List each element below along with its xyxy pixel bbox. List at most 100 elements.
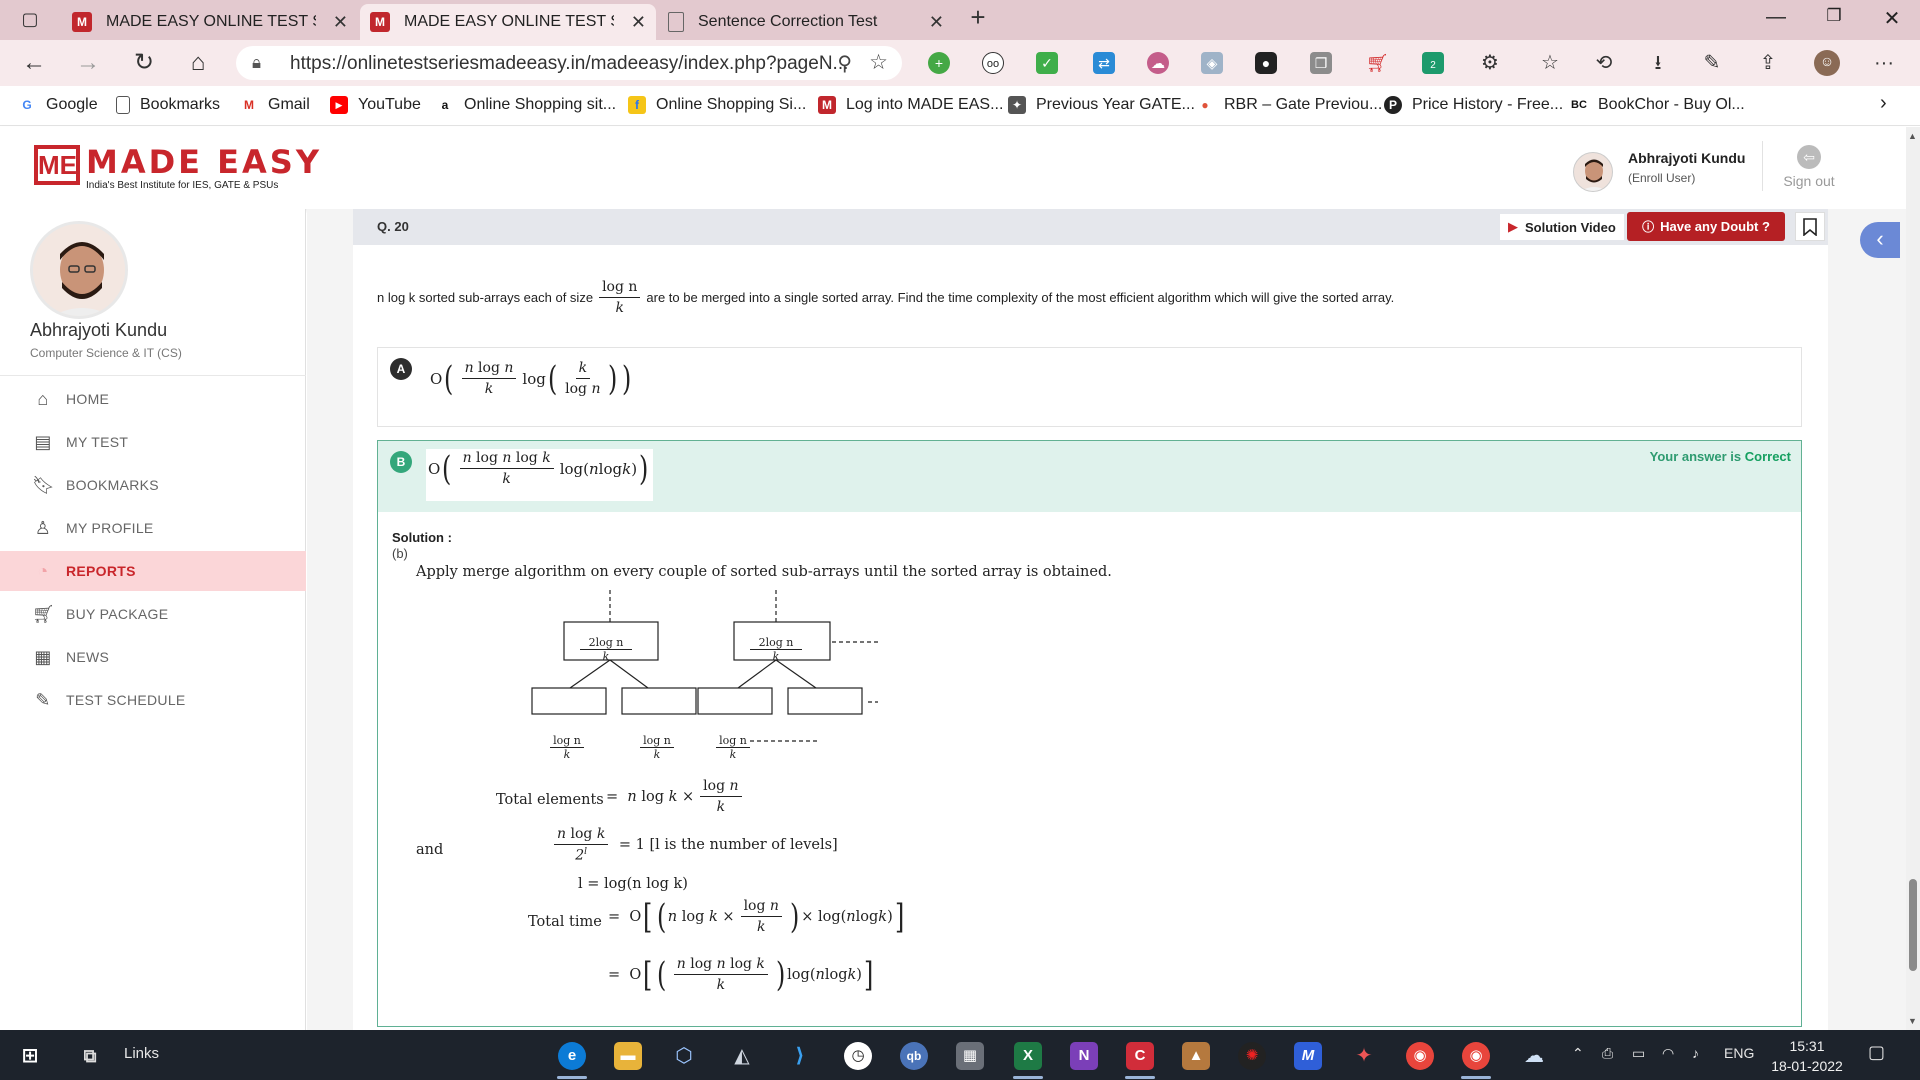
collapse-panel-button[interactable]: ‹ bbox=[1860, 222, 1900, 258]
ms-app-icon[interactable]: M bbox=[1294, 1042, 1322, 1070]
bookmark-folder[interactable]: Bookmarks bbox=[116, 96, 220, 114]
sidebar-item-buy-package[interactable]: 🛒︎ BUY PACKAGE bbox=[0, 594, 306, 634]
back-icon[interactable]: ← bbox=[18, 50, 50, 76]
bookmark-rbr[interactable]: ● RBR – Gate Previou... bbox=[1196, 96, 1382, 114]
windows-start-icon[interactable]: ⊞ bbox=[16, 1042, 44, 1070]
excel-icon[interactable]: X bbox=[1014, 1042, 1042, 1070]
virtualbox-icon[interactable]: ⬡ bbox=[670, 1042, 698, 1070]
bookmarks-overflow-icon[interactable]: › bbox=[1880, 92, 1887, 115]
browser-tab-3[interactable]: . Sentence Correction Test ✕ bbox=[658, 4, 954, 40]
scroll-up-icon[interactable]: ▲ bbox=[1908, 131, 1917, 141]
sidebar-item-test-schedule[interactable]: ✎ TEST SCHEDULE bbox=[0, 680, 306, 720]
favorites-icon[interactable]: ☆ bbox=[1534, 50, 1566, 76]
task-view-icon[interactable]: ⧉ bbox=[76, 1042, 104, 1070]
bookmark-bookchor[interactable]: BC BookChor - Buy Ol... bbox=[1570, 96, 1745, 114]
tray-device-icon[interactable]: ⎙ bbox=[1602, 1045, 1613, 1062]
antivirus-icon[interactable]: ✺ bbox=[1238, 1042, 1266, 1070]
qbittorrent-icon[interactable]: qb bbox=[900, 1042, 928, 1070]
taskbar-clock[interactable]: 15:31 18-01-2022 bbox=[1762, 1036, 1852, 1076]
option-b[interactable]: B O( n log n log kk log(n log k)) Your a… bbox=[377, 440, 1802, 513]
bookmark-amazon[interactable]: a Online Shopping sit... bbox=[436, 96, 616, 114]
onenote-icon[interactable]: N bbox=[1070, 1042, 1098, 1070]
sidebar-item-news[interactable]: ▦ NEWS bbox=[0, 637, 306, 677]
paint-icon[interactable]: ▲ bbox=[1182, 1042, 1210, 1070]
restore-icon[interactable]: ❐ bbox=[1814, 6, 1854, 26]
badge-extension-icon[interactable]: 2 bbox=[1422, 52, 1444, 74]
new-tab-icon[interactable]: + bbox=[962, 4, 994, 30]
chrome-icon[interactable]: ◉ bbox=[1462, 1042, 1490, 1070]
file-explorer-icon[interactable]: ▬ bbox=[614, 1042, 642, 1070]
battery-icon[interactable]: ▭ bbox=[1632, 1045, 1645, 1062]
notifications-icon[interactable]: ▢ bbox=[1868, 1042, 1885, 1063]
scroll-down-icon[interactable]: ▼ bbox=[1908, 1016, 1917, 1026]
bookmark-flipkart[interactable]: f Online Shopping Si... bbox=[628, 96, 806, 114]
browser-tab-2[interactable]: M MADE EASY ONLINE TEST SERIES ✕ bbox=[360, 4, 656, 40]
chrome-icon[interactable]: ◉ bbox=[1406, 1042, 1434, 1070]
close-icon[interactable]: ✕ bbox=[929, 12, 944, 33]
zoom-icon[interactable]: ⚲ bbox=[837, 51, 852, 76]
sidebar-item-reports[interactable]: ◔ REPORTS bbox=[0, 551, 306, 591]
brain-extension-icon[interactable]: ☁ bbox=[1147, 52, 1169, 74]
media-extension-icon[interactable]: ● bbox=[1255, 52, 1277, 74]
shield-extension-icon[interactable]: ✓ bbox=[1036, 52, 1058, 74]
solution-video-button[interactable]: ▶ Solution Video bbox=[1500, 214, 1624, 240]
avatar[interactable] bbox=[1573, 152, 1613, 192]
history-icon[interactable]: ⟲ bbox=[1588, 50, 1620, 76]
vscode-icon[interactable]: ⟩ bbox=[786, 1042, 814, 1070]
lock-icon[interactable]: 🔒︎ bbox=[252, 53, 261, 73]
inkscape-icon[interactable]: ◭ bbox=[728, 1042, 756, 1070]
sidebar-item-bookmarks[interactable]: 🔖︎ BOOKMARKS bbox=[0, 465, 306, 505]
sidebar-item-my-profile[interactable]: ♙ MY PROFILE bbox=[0, 508, 306, 548]
url-text[interactable]: https://onlinetestseriesmadeeasy.in/made… bbox=[290, 53, 848, 75]
download-icon[interactable]: ⭳ bbox=[1642, 50, 1674, 76]
privacy-extension-icon[interactable]: ◈ bbox=[1201, 52, 1223, 74]
share-icon[interactable]: ⇪ bbox=[1752, 50, 1784, 76]
tab-actions-icon[interactable]: ▢ bbox=[14, 6, 46, 32]
plus-extension-icon[interactable]: + bbox=[928, 52, 950, 74]
page-scrollbar[interactable]: ▲ ▼ bbox=[1906, 127, 1920, 1030]
mic-app-icon[interactable]: ✦ bbox=[1350, 1042, 1378, 1070]
glasses-extension-icon[interactable]: oo bbox=[982, 52, 1004, 74]
taskbar-links-toolbar[interactable]: Links bbox=[124, 1045, 159, 1062]
close-icon[interactable]: ✕ bbox=[333, 12, 348, 33]
sidebar-item-home[interactable]: ⌂ HOME bbox=[0, 379, 306, 419]
codeforces-app-icon[interactable]: C bbox=[1126, 1042, 1154, 1070]
translate-extension-icon[interactable]: ⇄ bbox=[1093, 52, 1115, 74]
more-icon[interactable]: ··· bbox=[1868, 50, 1900, 76]
cart-extension-icon[interactable]: 🛒︎ bbox=[1366, 52, 1389, 74]
volume-icon[interactable]: ♪ bbox=[1692, 1045, 1699, 1061]
wifi-icon[interactable]: ◠ bbox=[1662, 1045, 1674, 1062]
browser-tab-1[interactable]: M MADE EASY ONLINE TEST SERIES ✕ bbox=[62, 4, 358, 40]
web-capture-icon[interactable]: ✎ bbox=[1696, 50, 1728, 76]
close-icon[interactable]: ✕ bbox=[631, 12, 646, 33]
bookmark-gate[interactable]: ✦ Previous Year GATE... bbox=[1008, 96, 1195, 114]
calculator-icon[interactable]: ▦ bbox=[956, 1042, 984, 1070]
sidebar-item-my-test[interactable]: ▤ MY TEST bbox=[0, 422, 306, 462]
edge-icon[interactable]: e bbox=[558, 1042, 586, 1070]
language-indicator[interactable]: ENG bbox=[1724, 1045, 1754, 1061]
bookmark-google[interactable]: G Google bbox=[18, 96, 97, 114]
leaf-label: log nk bbox=[716, 734, 750, 761]
scrollbar-thumb[interactable] bbox=[1909, 879, 1917, 971]
minimize-icon[interactable]: — bbox=[1756, 6, 1796, 29]
sign-out-button[interactable]: ⇦ Sign out bbox=[1782, 145, 1836, 189]
forward-icon[interactable]: → bbox=[72, 50, 104, 76]
refresh-icon[interactable]: ↻ bbox=[128, 50, 160, 76]
favorite-add-icon[interactable]: ☆ bbox=[869, 50, 888, 75]
bookmark-question-button[interactable] bbox=[1795, 212, 1825, 241]
bookmark-gmail[interactable]: M Gmail bbox=[240, 96, 310, 114]
option-a[interactable]: A O( n log nk log( k log n )) bbox=[377, 347, 1802, 427]
bookmark-youtube[interactable]: ▶ YouTube bbox=[330, 96, 421, 114]
profile-avatar-icon[interactable]: ☺ bbox=[1814, 50, 1840, 76]
bookmark-price-history[interactable]: P Price History - Free... bbox=[1384, 96, 1563, 114]
home-icon[interactable]: ⌂ bbox=[182, 50, 214, 76]
extensions-icon[interactable]: ⚙ bbox=[1474, 50, 1506, 76]
onedrive-icon[interactable]: ☁ bbox=[1520, 1042, 1548, 1070]
clock-app-icon[interactable]: ◷ bbox=[844, 1042, 872, 1070]
bookmark-made-easy[interactable]: M Log into MADE EAS... bbox=[818, 96, 1003, 114]
have-any-doubt-button[interactable]: ⓘ Have any Doubt ? bbox=[1627, 212, 1785, 241]
window-close-icon[interactable]: ✕ bbox=[1872, 6, 1912, 31]
address-bar[interactable]: 🔒︎ https://onlinetestseriesmadeeasy.in/m… bbox=[236, 46, 902, 80]
tray-overflow-icon[interactable]: ⌃ bbox=[1572, 1045, 1584, 1062]
copy-extension-icon[interactable]: ❐ bbox=[1310, 52, 1332, 74]
